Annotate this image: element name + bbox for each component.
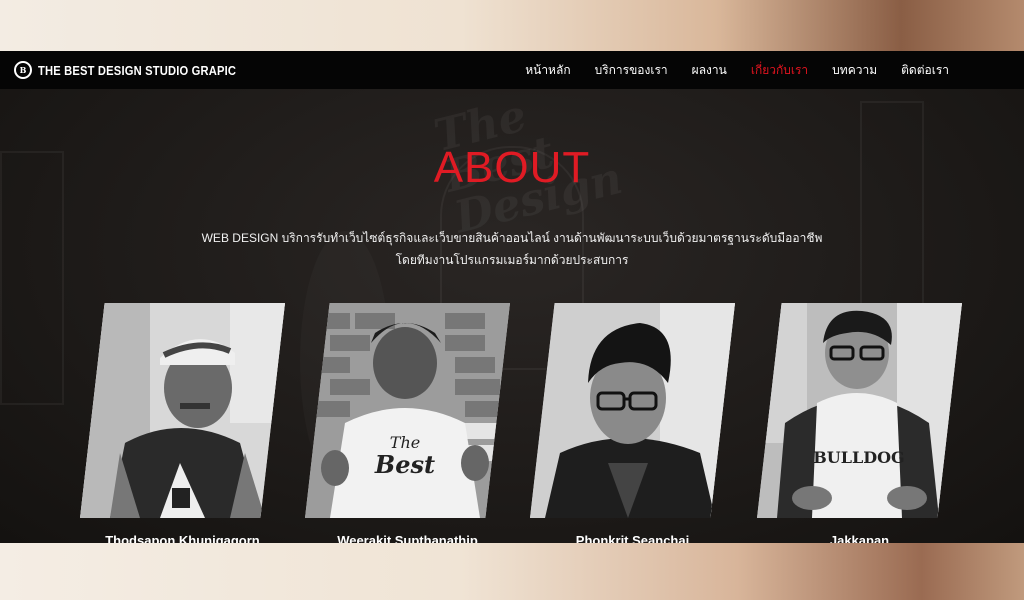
member-photo: BULLDOG [757,303,962,518]
description-line-2: โดยทีมงานโปรแกรมเมอร์มากด้วยประสบการ [395,253,629,267]
nav-item-contact[interactable]: ติดต่อเรา [901,61,949,80]
svg-text:Best: Best [374,450,435,479]
about-description: WEB DESIGN บริการรับทำเว็บไซต์ธุรกิจและเ… [150,227,874,271]
nav-item-about[interactable]: เกี่ยวกับเรา [751,61,808,80]
member-photo [80,303,285,518]
nav-item-portfolio[interactable]: ผลงาน [692,61,727,80]
blurred-background-bottom [0,543,1024,600]
member-photo [530,303,735,518]
member-photo: Best The [305,303,510,518]
page-title: ABOUT [433,143,591,192]
brand-logo[interactable]: B THE BEST DESIGN STUDIO GRAPIC [14,61,268,79]
member-name: Jakkapan [829,533,890,543]
member-name: Weerakit Supthanathip [337,533,478,543]
nav-item-services[interactable]: บริการของเรา [595,61,668,80]
logo-text: THE BEST DESIGN STUDIO GRAPIC [38,62,237,78]
member-name: Thodsapon Khunjgagorn [105,533,260,543]
logo-icon: B [14,61,32,79]
nav-item-articles[interactable]: บทความ [832,61,877,80]
nav-item-home[interactable]: หน้าหลัก [525,61,570,80]
about-section: The Best Design B THE BEST DESIGN STUDIO G… [0,51,1024,543]
main-nav: หน้าหลัก บริการของเรา ผลงาน เกี่ยวกับเรา… [501,51,949,89]
description-line-1: WEB DESIGN บริการรับทำเว็บไซต์ธุรกิจและเ… [201,231,823,245]
member-name: Phonkrit Seanchai [575,533,690,543]
svg-text:BULLDOG: BULLDOG [813,448,904,467]
svg-text:The: The [390,433,420,452]
top-navbar: B THE BEST DESIGN STUDIO GRAPIC หน้าหลัก… [0,51,1024,89]
